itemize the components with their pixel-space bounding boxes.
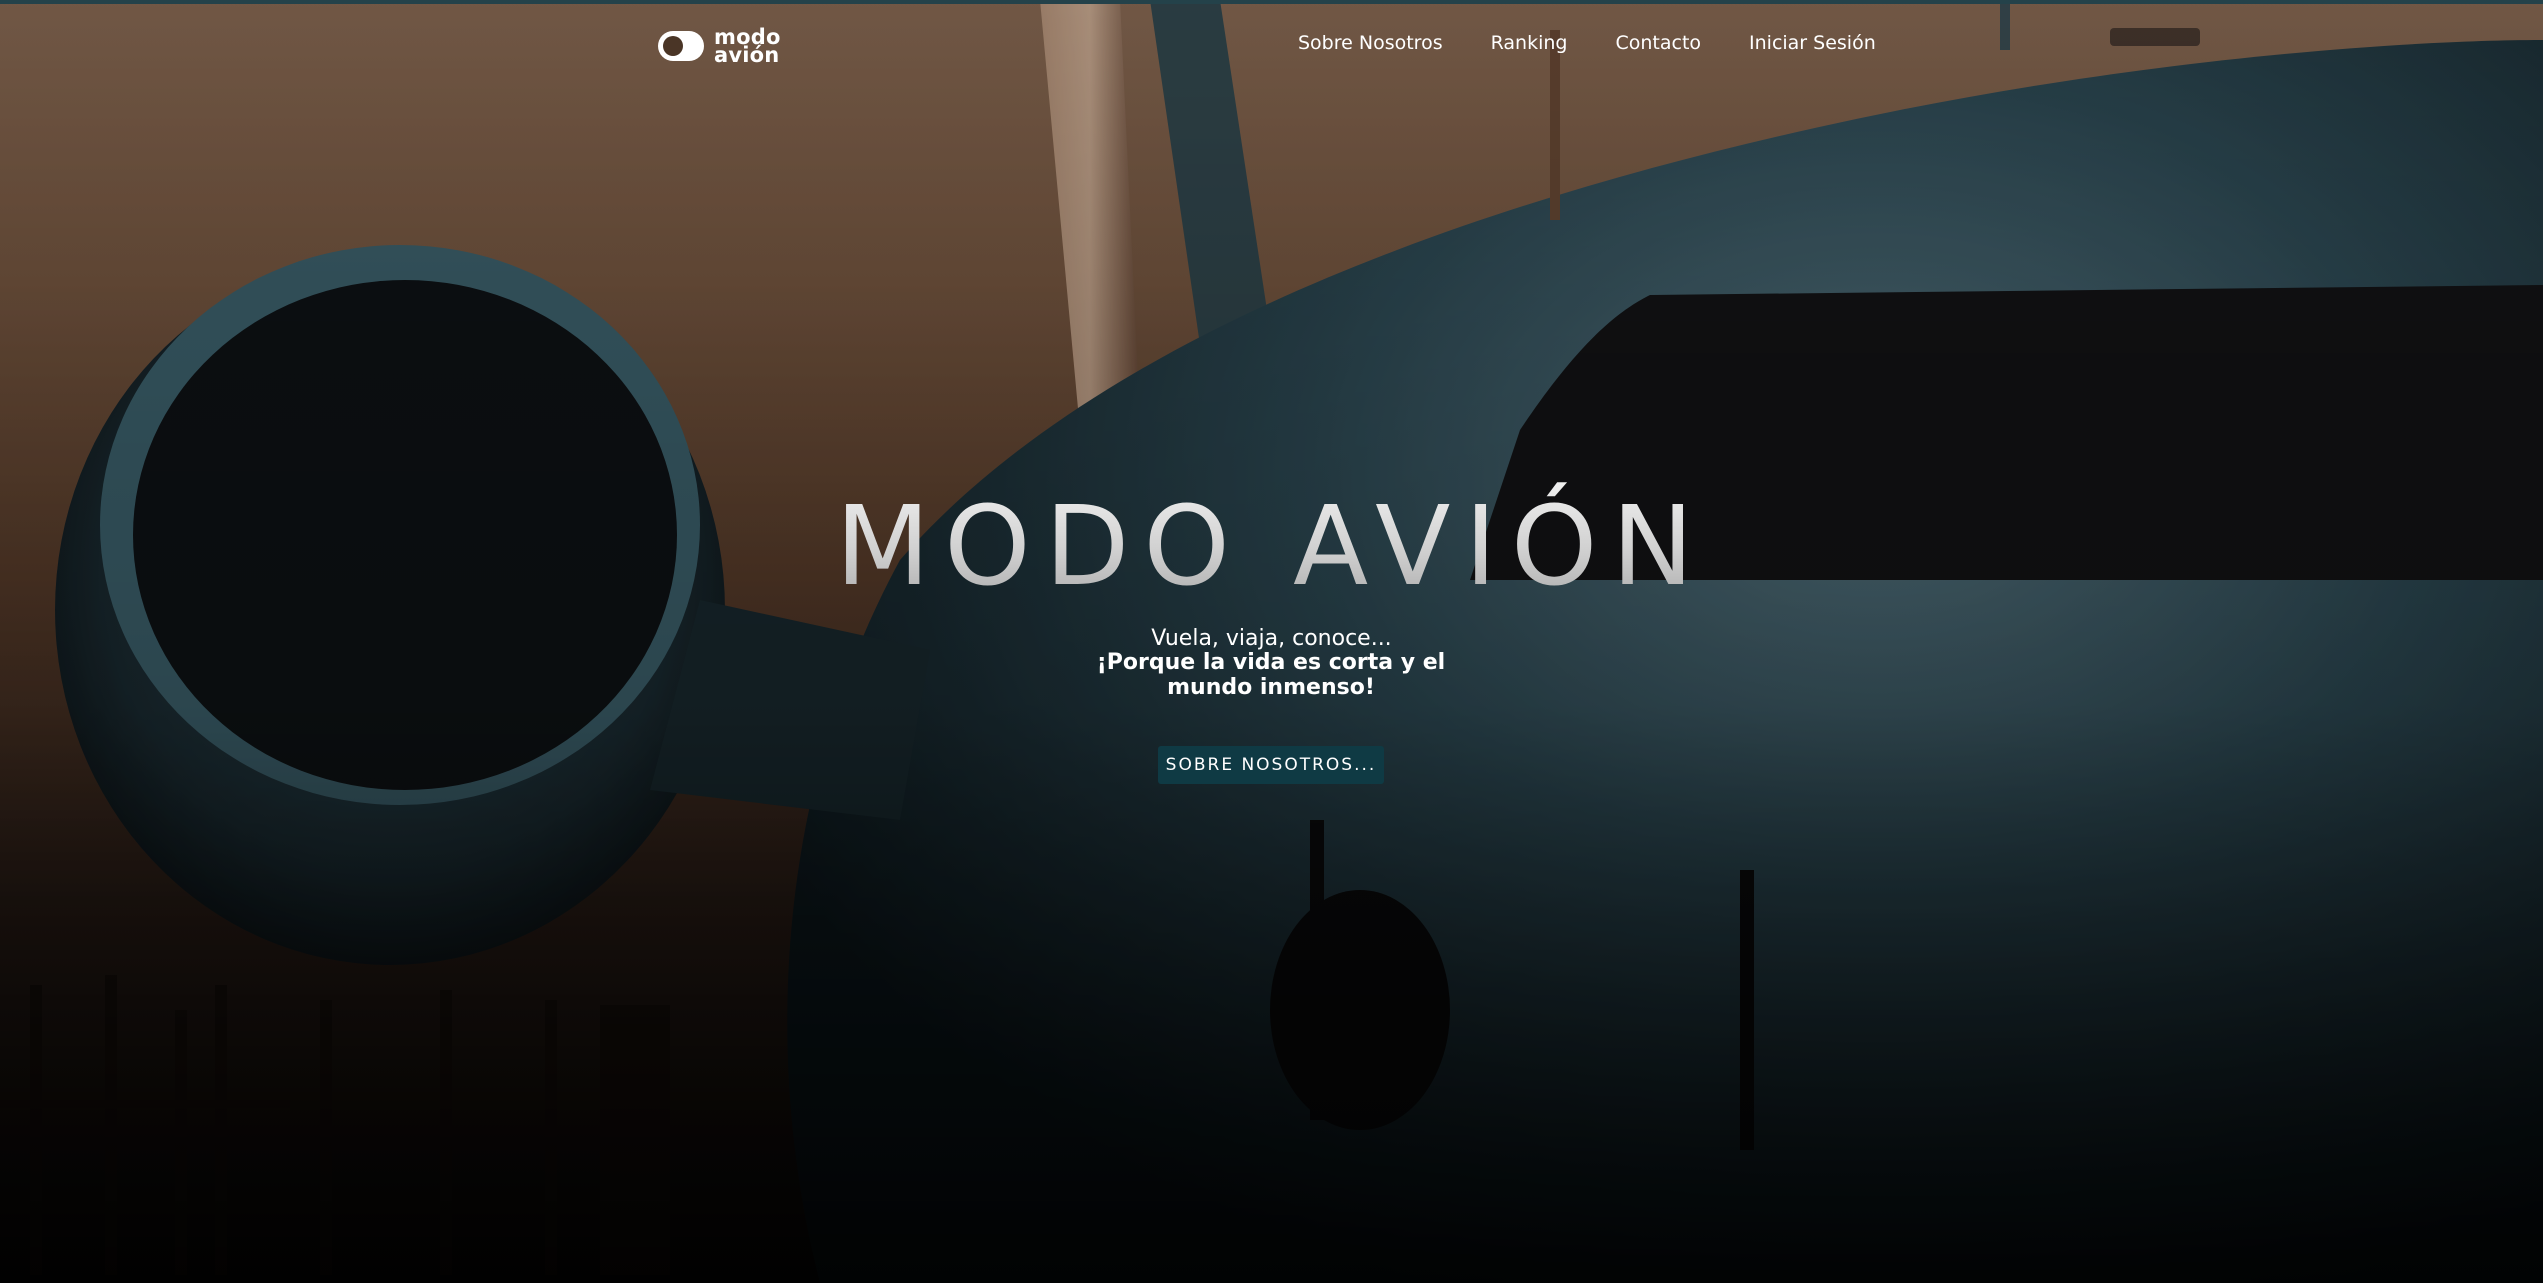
hero-section: modo avión Sobre Nosotros Ranking Contac…	[0, 0, 2543, 1283]
brand-wordmark: modo avión	[714, 27, 781, 67]
nav-item-sobre-nosotros[interactable]: Sobre Nosotros	[1298, 32, 1443, 54]
hero-tagline: Vuela, viaja, conoce...	[1151, 626, 1392, 651]
toggle-icon	[658, 31, 704, 61]
nav-item-ranking[interactable]: Ranking	[1491, 32, 1568, 54]
nav-links: Sobre Nosotros Ranking Contacto Iniciar …	[1298, 32, 1876, 54]
top-navigation: modo avión Sobre Nosotros Ranking Contac…	[0, 0, 2543, 92]
brand-line-2: avión	[714, 43, 780, 67]
hero-slogan: ¡Porque la vida es corta y el mundo inme…	[1096, 650, 1446, 700]
sobre-nosotros-button[interactable]: SOBRE NOSOTROS...	[1158, 746, 1384, 784]
hero-title: MODO AVIÓN	[0, 482, 2543, 610]
nav-item-contacto[interactable]: Contacto	[1615, 32, 1701, 54]
brand-logo[interactable]: modo avión	[658, 27, 781, 67]
nav-item-iniciar-sesion[interactable]: Iniciar Sesión	[1749, 32, 1876, 54]
